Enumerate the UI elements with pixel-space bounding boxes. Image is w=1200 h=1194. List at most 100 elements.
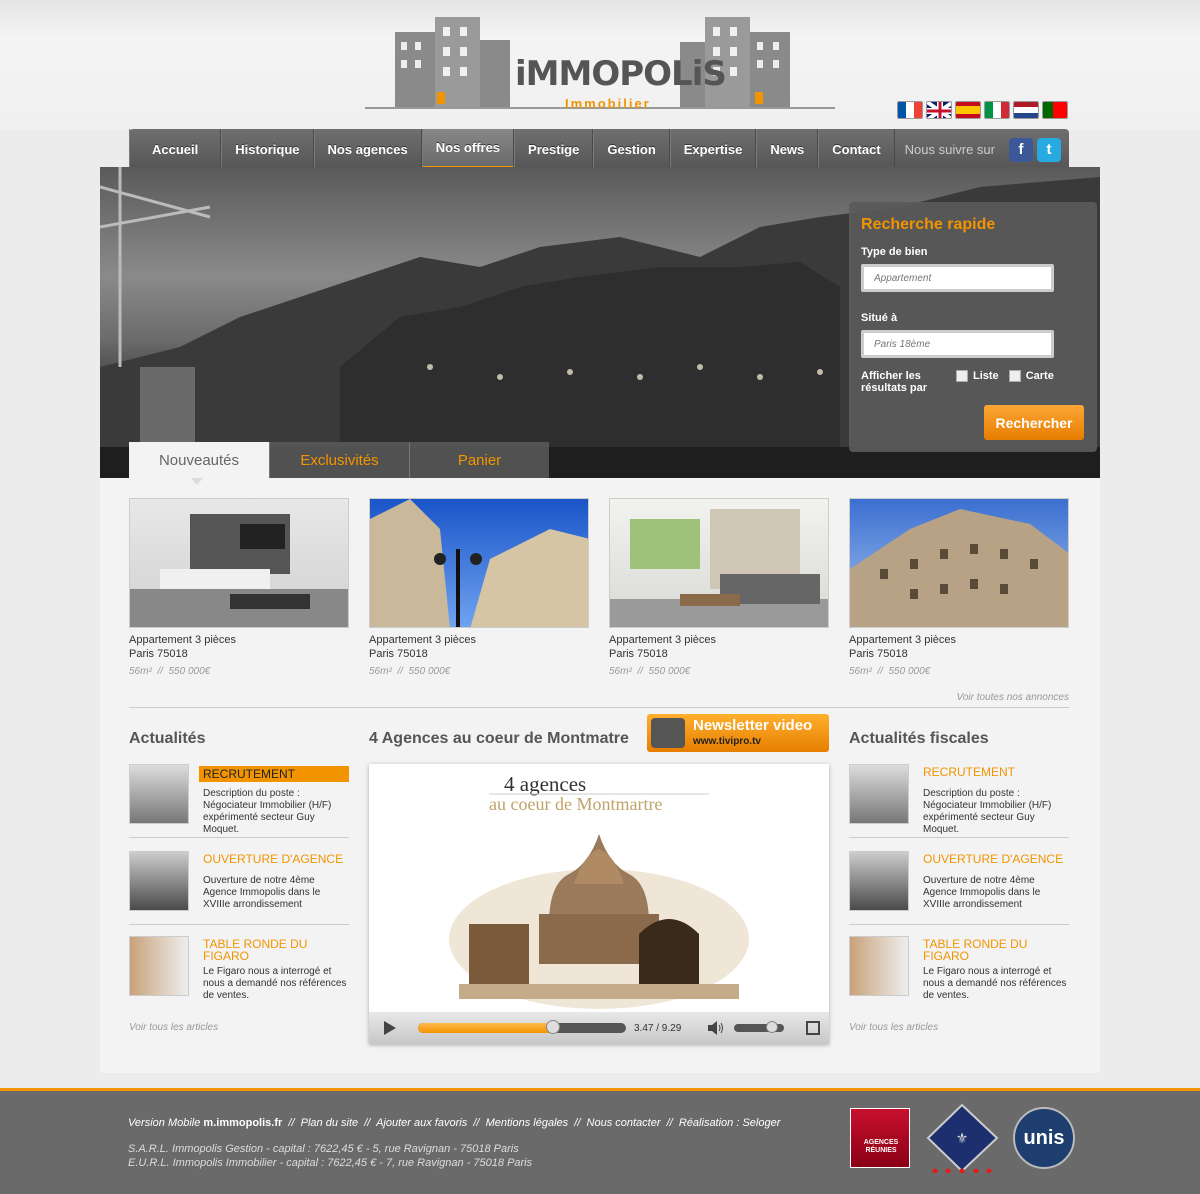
unis-badge[interactable]: unis [1013,1107,1075,1169]
header: iMMOPOLiS Immobilier [0,0,1200,130]
listing-photo[interactable] [129,498,349,628]
see-all-news-link[interactable]: Voir tous les articles [129,1022,218,1033]
nav-contact[interactable]: Contact [818,129,895,170]
listing-photo[interactable] [849,498,1069,628]
facebook-icon[interactable]: f [1008,137,1033,162]
listing-title: Appartement 3 pièces [609,634,717,646]
fiscal-news-item[interactable]: RECRUTEMENT Description du poste : Négoc… [849,764,1069,844]
twitter-icon[interactable]: t [1036,137,1061,162]
listing-card[interactable]: Appartement 3 pièces Paris 75018 56m² //… [129,498,349,677]
news-thumbnail [849,851,909,911]
tab-nouveautes[interactable]: Nouveautés [129,442,269,485]
tab-panier[interactable]: Panier [409,442,549,478]
main-nav: Accueil Historique Nos agences Nos offre… [129,129,1069,170]
news-item[interactable]: OUVERTURE D'AGENCE Ouverture de notre 4è… [129,851,349,931]
listings-grid: Appartement 3 pièces Paris 75018 56m² //… [129,498,1069,677]
footer-links: Version Mobile m.immopolis.fr // Plan du… [128,1117,781,1129]
agences-reunies-badge[interactable]: AGENCES RÉUNIES [850,1108,910,1168]
listing-title: Appartement 3 pièces [369,634,477,646]
listing-photo[interactable] [369,498,589,628]
type-input[interactable] [861,264,1054,292]
fullscreen-icon[interactable] [806,1021,820,1035]
news-item-title[interactable]: OUVERTURE D'AGENCE [923,853,1069,865]
news-item-title[interactable]: OUVERTURE D'AGENCE [203,853,349,865]
flag-fr-icon[interactable] [897,101,923,119]
social-follow: Nous suivre sur f t [905,129,1061,170]
news-item-title[interactable]: TABLE RONDE DU FIGARO [203,938,349,962]
news-divider [129,837,349,838]
newsletter-video-banner[interactable]: Newsletter video www.tivipro.tv [647,714,829,752]
news-thumbnail [129,764,189,824]
news-item[interactable]: RECRUTEMENT Description du poste : Négoc… [129,764,349,844]
listing-photo[interactable] [609,498,829,628]
fiscal-news-item[interactable]: TABLE RONDE DU FIGARO Le Figaro nous a i… [849,936,1069,1016]
mobile-label: Version Mobile [128,1117,201,1129]
newsletter-url: www.tivipro.tv [693,736,761,747]
video-progress-bar[interactable] [418,1020,626,1034]
listing-meta: 56m² // 550 000€ [369,666,451,677]
svg-text:⚜: ⚜ [956,1131,969,1147]
nav-gestion[interactable]: Gestion [593,129,670,170]
listing-location: Paris 75018 [609,648,668,660]
volume-slider[interactable] [734,1021,784,1033]
language-flags [897,101,1068,119]
see-all-listings-link[interactable]: Voir toutes nos annonces [957,692,1069,703]
news-title: Actualités [129,730,206,747]
news-item-title[interactable]: TABLE RONDE DU FIGARO [923,938,1069,962]
footer-link-contact[interactable]: Nous contacter [587,1117,661,1129]
flag-it-icon[interactable] [984,101,1010,119]
see-all-fiscal-link[interactable]: Voir tous les articles [849,1022,938,1033]
flag-es-icon[interactable] [955,101,981,119]
footer-legal-1: S.A.R.L. Immopolis Gestion - capital : 7… [128,1143,519,1155]
news-item-title[interactable]: RECRUTEMENT [199,766,349,782]
tab-exclusivites[interactable]: Exclusivités [269,442,409,478]
listing-location: Paris 75018 [369,648,428,660]
location-input[interactable] [861,330,1054,358]
quick-search-panel: Recherche rapide Type de bien Situé à Af… [849,202,1097,452]
nav-accueil[interactable]: Accueil [129,129,222,170]
fiscal-news-item[interactable]: OUVERTURE D'AGENCE Ouverture de notre 4è… [849,851,1069,931]
progress-handle[interactable] [546,1020,561,1034]
search-button[interactable]: Rechercher [984,405,1084,440]
play-icon[interactable] [384,1021,396,1035]
nav-prestige[interactable]: Prestige [514,129,594,170]
nav-news[interactable]: News [756,129,819,170]
footer-link-favorites[interactable]: Ajouter aux favoris [376,1117,467,1129]
listing-card[interactable]: Appartement 3 pièces Paris 75018 56m² //… [849,498,1069,677]
agence-qualite-badge[interactable]: ⚜ [925,1103,1000,1173]
news-item-title[interactable]: RECRUTEMENT [923,766,1069,778]
footer-link-credits[interactable]: Réalisation : Seloger [679,1117,781,1129]
option-list[interactable]: Liste [956,370,999,382]
flag-uk-icon[interactable] [926,101,952,119]
logo-subtitle: Immobilier [565,96,651,111]
news-item-desc: Description du poste : Négociateur Immob… [923,788,1052,835]
footer-link-legal[interactable]: Mentions légales [486,1117,569,1129]
volume-icon[interactable] [708,1021,724,1035]
nav-nos-agences[interactable]: Nos agences [313,129,422,170]
site-logo[interactable]: iMMOPOLiS Immobilier [365,12,835,112]
video-section-title: 4 Agences au coeur de Montmatre [369,730,629,747]
flag-nl-icon[interactable] [1013,101,1039,119]
news-divider [849,924,1069,925]
flag-pt-icon[interactable] [1042,101,1068,119]
nav-expertise[interactable]: Expertise [669,129,757,170]
list-checkbox[interactable] [956,370,968,382]
option-map[interactable]: Carte [1008,370,1054,382]
footer-legal-2: E.U.R.L. Immopolis Immobilier - capital … [128,1157,533,1169]
map-checkbox[interactable] [1008,370,1021,382]
news-item[interactable]: TABLE RONDE DU FIGARO Le Figaro nous a i… [129,936,349,1016]
listing-card[interactable]: Appartement 3 pièces Paris 75018 56m² //… [609,498,829,677]
type-label: Type de bien [861,246,928,258]
listing-title: Appartement 3 pièces [849,634,957,646]
news-item-desc: Ouverture de notre 4ème Agence Immopolis… [923,875,1041,910]
news-thumbnail [849,936,909,996]
footer-link-sitemap[interactable]: Plan du site [301,1117,358,1129]
video-player[interactable]: 4 agences au coeur de Montmartre 3.47 / … [369,764,829,1044]
nav-historique[interactable]: Historique [221,129,314,170]
nav-nos-offres[interactable]: Nos offres [421,129,515,170]
volume-handle[interactable] [765,1021,778,1033]
mobile-link[interactable]: m.immopolis.fr [203,1117,282,1129]
news-thumbnail [129,936,189,996]
listing-card[interactable]: Appartement 3 pièces Paris 75018 56m² //… [369,498,589,677]
listing-tabs: Nouveautés Exclusivités Panier [129,442,549,485]
